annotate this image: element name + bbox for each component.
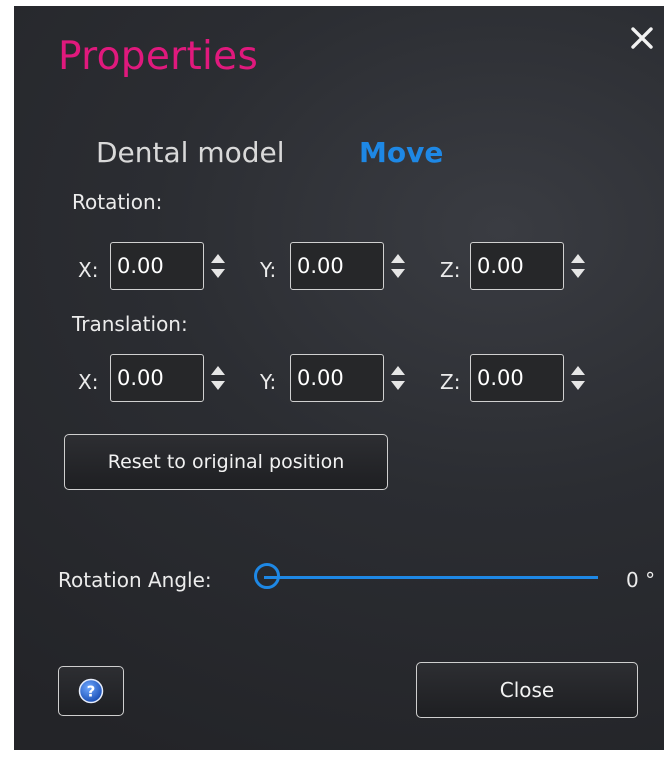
properties-dialog: Properties Dental model Move Rotation: X… [14, 6, 664, 750]
translation-z-spinner-icon[interactable] [568, 361, 588, 395]
help-button[interactable]: ? [58, 666, 124, 716]
rotation-x-spinner-icon[interactable] [208, 249, 228, 283]
tab-move[interactable]: Move [359, 136, 443, 169]
rotation-y-label: Y: [260, 258, 277, 282]
close-icon[interactable] [624, 20, 660, 56]
reset-position-button[interactable]: Reset to original position [64, 434, 388, 490]
translation-x-input[interactable] [110, 354, 204, 402]
rotation-label: Rotation: [72, 190, 163, 214]
svg-text:?: ? [87, 683, 96, 701]
dialog-title: Properties [58, 34, 259, 79]
rotation-angle-slider-thumb[interactable] [254, 563, 280, 589]
rotation-x-input[interactable] [110, 242, 204, 290]
rotation-angle-value: 0 ° [626, 568, 656, 592]
translation-y-input[interactable] [290, 354, 384, 402]
translation-x-label: X: [78, 370, 99, 394]
translation-z-input[interactable] [470, 354, 564, 402]
rotation-angle-slider-track[interactable] [264, 576, 598, 579]
rotation-z-label: Z: [440, 258, 461, 282]
rotation-z-spinner-icon[interactable] [568, 249, 588, 283]
translation-label: Translation: [72, 312, 188, 336]
rotation-y-input[interactable] [290, 242, 384, 290]
translation-x-spinner-icon[interactable] [208, 361, 228, 395]
close-button[interactable]: Close [416, 662, 638, 718]
rotation-x-label: X: [78, 258, 99, 282]
rotation-z-input[interactable] [470, 242, 564, 290]
translation-y-label: Y: [260, 370, 277, 394]
rotation-angle-label: Rotation Angle: [58, 568, 212, 592]
rotation-y-spinner-icon[interactable] [388, 249, 408, 283]
help-icon: ? [78, 678, 104, 704]
translation-y-spinner-icon[interactable] [388, 361, 408, 395]
tab-dental-model[interactable]: Dental model [96, 136, 285, 169]
translation-z-label: Z: [440, 370, 461, 394]
